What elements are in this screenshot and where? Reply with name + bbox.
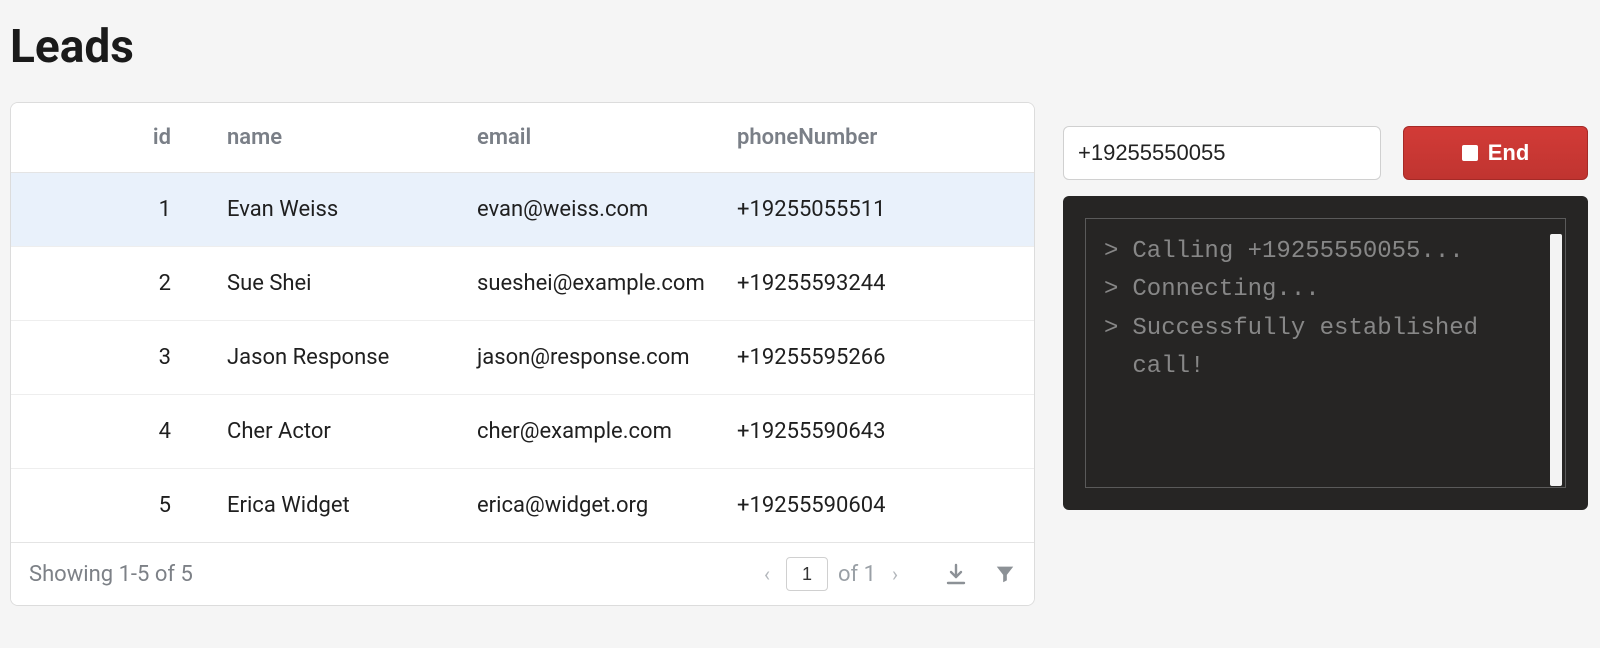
row-id: 5 <box>71 469 211 543</box>
table-row[interactable]: 2Sue Sheisueshei@example.com+19255593244 <box>11 247 1034 321</box>
row-select-cell <box>11 321 71 395</box>
row-phone: +19255595266 <box>721 321 1034 395</box>
col-name[interactable]: name <box>211 103 461 173</box>
table-row[interactable]: 1Evan Weissevan@weiss.com+19255055511 <box>11 173 1034 247</box>
row-id: 3 <box>71 321 211 395</box>
next-page-button[interactable]: › <box>886 562 904 586</box>
leads-table-card: id name email phoneNumber 1Evan Weisseva… <box>10 102 1035 606</box>
end-call-button[interactable]: End <box>1403 126 1588 180</box>
row-select-cell <box>11 469 71 543</box>
row-name: Evan Weiss <box>211 173 461 247</box>
row-phone: +19255590604 <box>721 469 1034 543</box>
phone-number-input[interactable] <box>1063 126 1381 180</box>
row-phone: +19255590643 <box>721 395 1034 469</box>
terminal-prompt: > <box>1104 310 1118 387</box>
table-footer: Showing 1-5 of 5 ‹ of 1 › <box>11 542 1034 605</box>
dialer-panel: End > Calling +19255550055... > Connecting.… <box>1063 102 1588 510</box>
terminal-prompt: > <box>1104 271 1118 309</box>
stop-icon <box>1462 145 1478 161</box>
table-row[interactable]: 3Jason Responsejason@response.com+192555… <box>11 321 1034 395</box>
row-email: cher@example.com <box>461 395 721 469</box>
row-name: Erica Widget <box>211 469 461 543</box>
row-select-cell <box>11 173 71 247</box>
table-row[interactable]: 4Cher Actorcher@example.com+19255590643 <box>11 395 1034 469</box>
row-email: jason@response.com <box>461 321 721 395</box>
row-name: Jason Response <box>211 321 461 395</box>
row-id: 2 <box>71 247 211 321</box>
showing-text: Showing 1-5 of 5 <box>29 562 193 587</box>
call-log-output: >Calling +19255550055...>Connecting...>S… <box>1085 218 1566 488</box>
table-header-row: id name email phoneNumber <box>11 103 1034 173</box>
row-select-cell <box>11 247 71 321</box>
terminal-prompt: > <box>1104 233 1118 271</box>
terminal-message: Calling +19255550055... <box>1132 233 1463 271</box>
row-email: erica@widget.org <box>461 469 721 543</box>
col-id[interactable]: id <box>71 103 211 173</box>
row-id: 1 <box>71 173 211 247</box>
col-select <box>11 103 71 173</box>
row-phone: +19255593244 <box>721 247 1034 321</box>
page-of-label: of 1 <box>838 562 876 587</box>
terminal-scrollbar[interactable] <box>1550 234 1562 486</box>
end-call-label: End <box>1488 140 1530 166</box>
table-row[interactable]: 5Erica Widgeterica@widget.org+1925559060… <box>11 469 1034 543</box>
terminal-line: > Connecting... <box>1104 271 1547 309</box>
pager: ‹ of 1 › <box>758 557 904 591</box>
row-name: Sue Shei <box>211 247 461 321</box>
row-select-cell <box>11 395 71 469</box>
page-title: Leads <box>10 20 1590 74</box>
row-email: evan@weiss.com <box>461 173 721 247</box>
page-number-input[interactable] <box>786 557 828 591</box>
terminal-line: > Calling +19255550055... <box>1104 233 1547 271</box>
col-phone[interactable]: phoneNumber <box>721 103 1034 173</box>
row-id: 4 <box>71 395 211 469</box>
leads-table: id name email phoneNumber 1Evan Weisseva… <box>11 103 1034 542</box>
terminal-message: Successfully established call! <box>1132 310 1547 387</box>
filter-icon[interactable] <box>994 563 1016 585</box>
terminal-line: >Successfully established call! <box>1104 310 1547 387</box>
row-email: sueshei@example.com <box>461 247 721 321</box>
col-email[interactable]: email <box>461 103 721 173</box>
prev-page-button[interactable]: ‹ <box>758 562 776 586</box>
call-log-terminal: >Calling +19255550055...>Connecting...>S… <box>1063 196 1588 510</box>
terminal-message: Connecting... <box>1132 271 1319 309</box>
row-phone: +19255055511 <box>721 173 1034 247</box>
row-name: Cher Actor <box>211 395 461 469</box>
download-icon[interactable] <box>944 562 968 586</box>
